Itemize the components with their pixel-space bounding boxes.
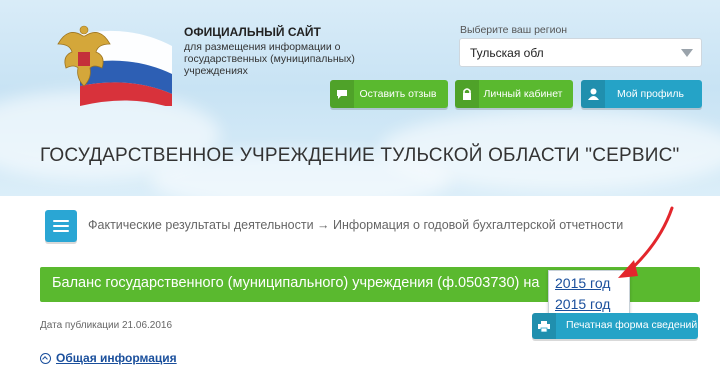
profile-button[interactable]: Мой профиль (581, 80, 702, 108)
coat-of-arms-icon (57, 25, 172, 106)
menu-icon (53, 225, 69, 227)
lock-icon (455, 80, 479, 108)
menu-icon (53, 220, 69, 222)
site-subtitle: для размещения информации о государствен… (184, 41, 355, 77)
menu-button[interactable] (45, 210, 77, 242)
user-icon (581, 80, 605, 108)
menu-icon (53, 230, 69, 232)
chevron-down-icon (681, 49, 693, 57)
cabinet-button[interactable]: Личный кабинет (455, 80, 573, 108)
year-option[interactable]: 2015 год (555, 296, 610, 312)
cabinet-button-label: Личный кабинет (483, 88, 563, 100)
print-form-button-label: Печатная форма сведений (566, 319, 698, 331)
region-label: Выберите ваш регион (460, 24, 568, 36)
general-info-toggle[interactable]: Общая информация (40, 351, 177, 365)
region-value: Тульская обл (470, 46, 544, 60)
report-title: Баланс государственного (муниципального)… (52, 275, 540, 291)
general-info-label: Общая информация (56, 351, 177, 365)
feedback-button-label: Оставить отзыв (359, 88, 437, 100)
print-form-button[interactable]: Печатная форма сведений (532, 313, 698, 339)
region-select[interactable]: Тульская обл (459, 38, 702, 67)
profile-button-label: Мой профиль (617, 88, 684, 100)
breadcrumb: Фактические результаты деятельности → Ин… (88, 218, 624, 232)
site-title: ОФИЦИАЛЬНЫЙ САЙТ (184, 25, 321, 39)
chevron-up-icon (40, 353, 51, 364)
publication-date: Дата публикации 21.06.2016 (40, 320, 173, 331)
organization-title: ГОСУДАРСТВЕННОЕ УЧРЕЖДЕНИЕ ТУЛЬСКОЙ ОБЛА… (40, 145, 680, 166)
annotation-arrow-icon (618, 206, 674, 278)
print-icon (532, 313, 556, 339)
feedback-button[interactable]: Оставить отзыв (330, 80, 448, 108)
chat-icon (330, 80, 354, 108)
